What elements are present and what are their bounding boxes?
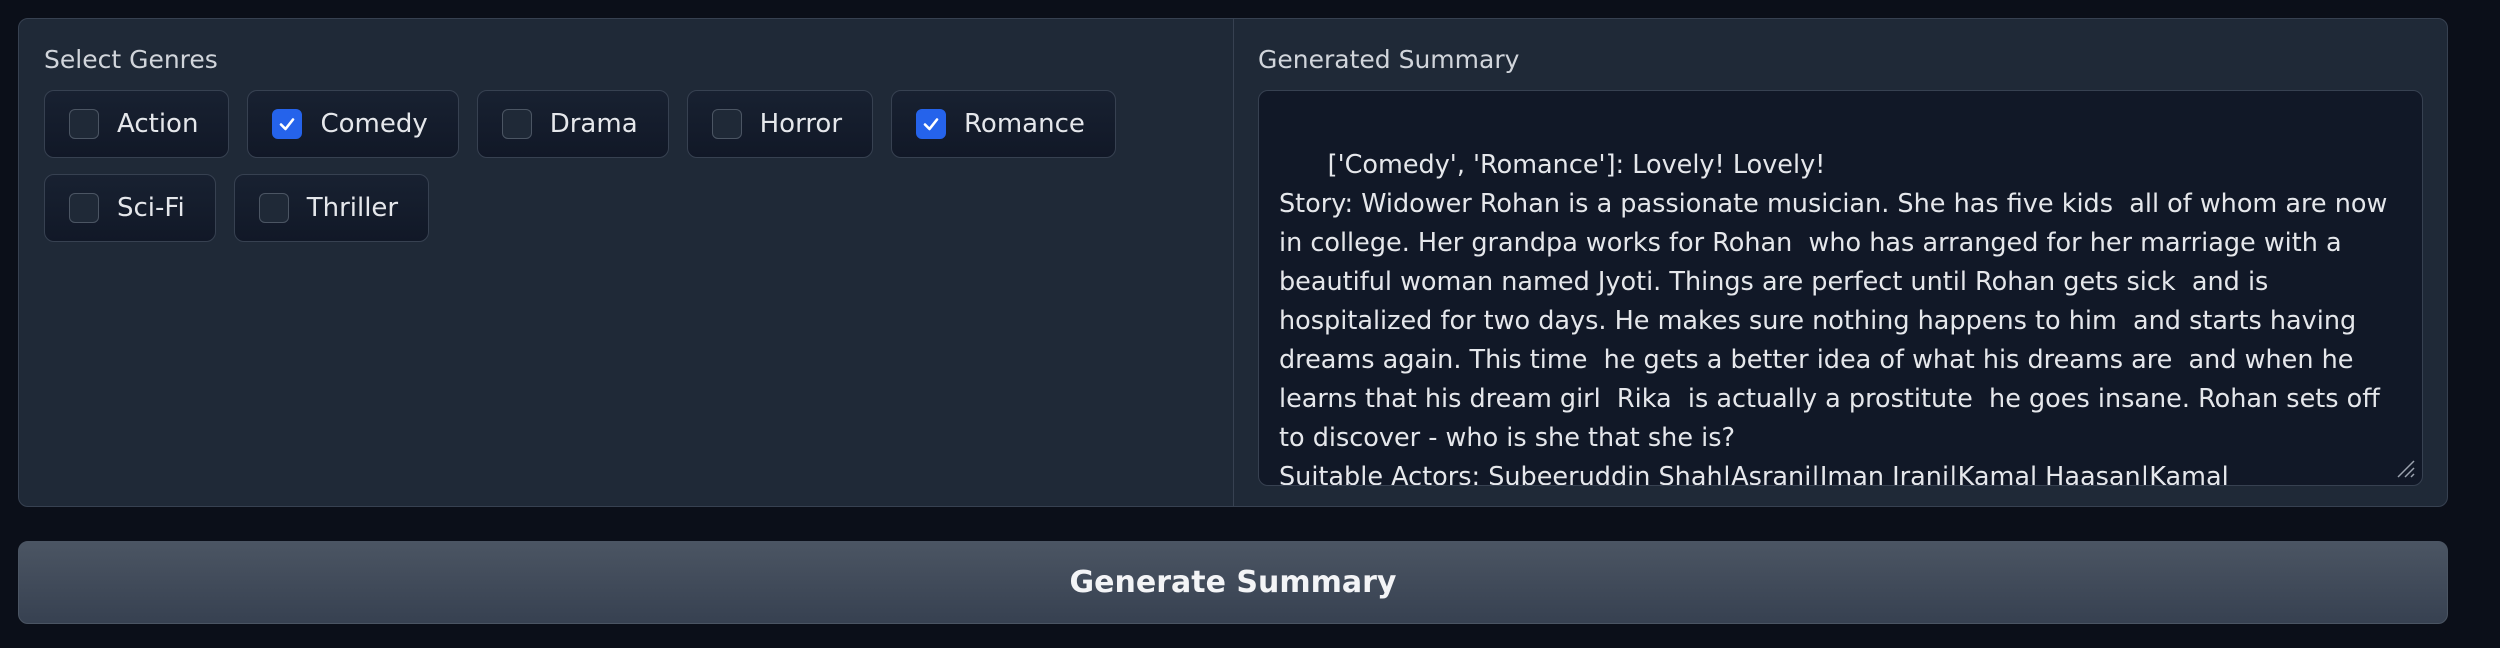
main-panel: Select Genres Action Comedy Drama Horror Rom… bbox=[18, 18, 2448, 507]
genre-option-sci-fi[interactable]: Sci-Fi bbox=[44, 174, 216, 242]
genres-section: Select Genres Action Comedy Drama Horror Rom… bbox=[19, 19, 1234, 506]
genre-option-label: Comedy bbox=[320, 109, 428, 139]
genre-option-action[interactable]: Action bbox=[44, 90, 230, 158]
checkbox-unchecked-icon[interactable] bbox=[69, 109, 99, 139]
generate-summary-label: Generate Summary bbox=[1069, 565, 1397, 600]
generate-summary-button[interactable]: Generate Summary bbox=[18, 541, 2448, 624]
checkbox-checked-icon[interactable] bbox=[272, 109, 303, 139]
genre-option-romance[interactable]: Romance bbox=[891, 90, 1116, 158]
checkbox-unchecked-icon[interactable] bbox=[69, 193, 99, 223]
genre-option-label: Action bbox=[117, 109, 199, 139]
genre-option-label: Sci-Fi bbox=[117, 193, 185, 223]
genre-option-label: Thriller bbox=[306, 193, 399, 223]
checkbox-unchecked-icon[interactable] bbox=[711, 109, 742, 139]
genre-option-thriller[interactable]: Thriller bbox=[233, 174, 430, 242]
genre-option-label: Horror bbox=[759, 109, 843, 139]
checkbox-unchecked-icon[interactable] bbox=[258, 193, 289, 223]
genre-option-label: Drama bbox=[549, 109, 638, 139]
summary-textarea[interactable]: ['Comedy', 'Romance']: Lovely! Lovely! S… bbox=[1258, 90, 2423, 486]
genre-option-label: Romance bbox=[964, 109, 1085, 139]
genre-checkbox-group: Action Comedy Drama Horror Romance Sci-Fi Thri… bbox=[44, 90, 1144, 242]
resize-grip-icon[interactable] bbox=[2394, 457, 2416, 479]
summary-text: ['Comedy', 'Romance']: Lovely! Lovely! S… bbox=[1279, 150, 2388, 486]
summary-label: Generated Summary bbox=[1258, 45, 1520, 74]
genre-option-drama[interactable]: Drama bbox=[476, 90, 669, 158]
summary-section: Generated Summary ['Comedy', 'Romance']:… bbox=[1234, 19, 2447, 506]
genre-option-comedy[interactable]: Comedy bbox=[247, 90, 459, 158]
checkbox-unchecked-icon[interactable] bbox=[501, 109, 532, 139]
genres-label: Select Genres bbox=[44, 45, 218, 74]
genre-option-horror[interactable]: Horror bbox=[686, 90, 874, 158]
checkbox-checked-icon[interactable] bbox=[916, 109, 947, 139]
